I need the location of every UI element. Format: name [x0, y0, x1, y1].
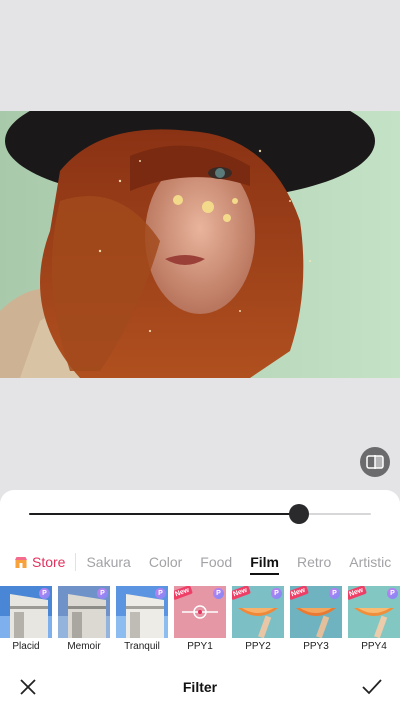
tab-color[interactable]: Color: [149, 545, 182, 579]
compare-button[interactable]: [360, 447, 390, 477]
filter-label: PPY4: [361, 641, 387, 652]
premium-badge: P: [39, 588, 50, 599]
premium-badge: P: [329, 588, 340, 599]
filter-thumbnail: P: [0, 586, 52, 638]
slider-fill: [29, 513, 300, 515]
panel-title: Filter: [182, 679, 218, 695]
premium-badge: P: [155, 588, 166, 599]
filter-thumbnail: New P: [174, 586, 226, 638]
filter-label: Memoir: [67, 641, 101, 652]
filter-thumbnail: P: [116, 586, 168, 638]
filter-label: PPY2: [245, 641, 271, 652]
filter-item-tranquil[interactable]: P Tranquil: [116, 586, 168, 652]
premium-badge: P: [387, 588, 398, 599]
store-icon: [15, 556, 27, 568]
filter-item-ppy4[interactable]: New P PPY4: [348, 586, 400, 652]
filter-thumbnail: New P: [348, 586, 400, 638]
filter-label: Placid: [12, 641, 40, 652]
compare-icon: [366, 455, 384, 469]
filter-label: Tranquil: [124, 641, 160, 652]
filter-panel: Store Sakura Color Food Film Retro Artis…: [0, 490, 400, 711]
store-tab[interactable]: Store: [14, 553, 77, 571]
filter-item-ppy1[interactable]: New P PPY1: [174, 586, 226, 652]
filter-category-tabs: Store Sakura Color Food Film Retro Artis…: [0, 545, 400, 579]
close-icon: [20, 679, 36, 695]
filter-item-ppy3[interactable]: New P PPY3: [290, 586, 342, 652]
checkmark-icon: [362, 679, 382, 695]
store-tab-label: Store: [32, 554, 66, 570]
photo-image: [0, 111, 400, 378]
filter-label: PPY3: [303, 641, 329, 652]
tab-sakura[interactable]: Sakura: [86, 545, 130, 579]
confirm-button[interactable]: [344, 663, 400, 711]
filter-item-placid[interactable]: P Placid: [0, 586, 52, 652]
filter-thumbnail: P: [58, 586, 110, 638]
bottom-action-bar: Filter: [0, 663, 400, 711]
premium-badge: P: [97, 588, 108, 599]
intensity-slider[interactable]: [29, 504, 371, 524]
filter-thumbnail: New P: [232, 586, 284, 638]
filter-label: PPY1: [187, 641, 213, 652]
tab-retro[interactable]: Retro: [297, 545, 331, 579]
tab-film[interactable]: Film: [250, 545, 279, 579]
portrait-photo[interactable]: [0, 111, 400, 378]
canvas-area: [0, 0, 400, 490]
slider-thumb[interactable]: [289, 504, 310, 524]
tab-artistic[interactable]: Artistic: [349, 545, 391, 579]
filter-thumbnail: New P: [290, 586, 342, 638]
premium-badge: P: [213, 588, 224, 599]
filter-item-memoir[interactable]: P Memoir: [58, 586, 110, 652]
premium-badge: P: [271, 588, 282, 599]
tab-food[interactable]: Food: [200, 545, 232, 579]
cancel-button[interactable]: [0, 663, 56, 711]
filter-item-ppy2[interactable]: New P PPY2: [232, 586, 284, 652]
filter-thumbnails: P Placid P Memoir P Tranquil New P PPY1 …: [0, 586, 400, 656]
